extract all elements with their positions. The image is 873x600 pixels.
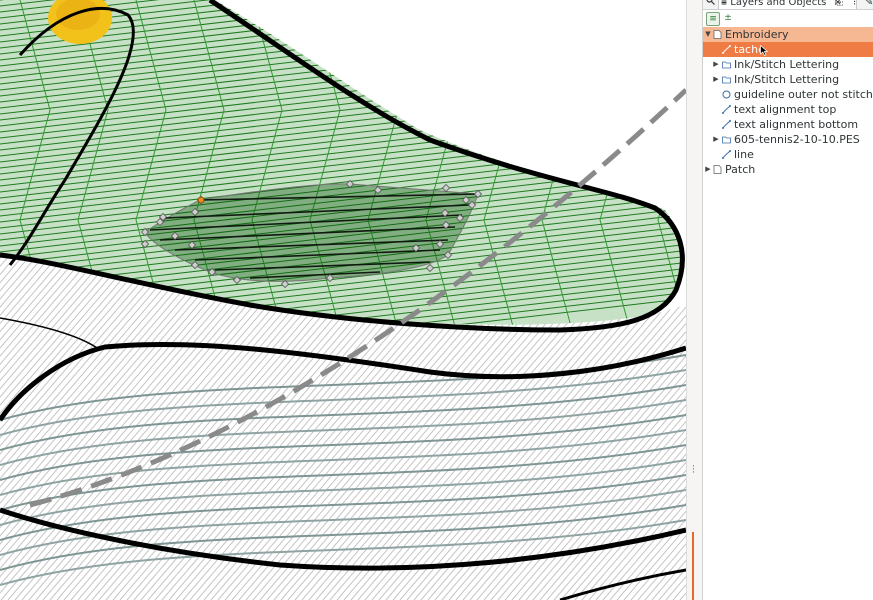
path-icon: [722, 105, 731, 114]
chevron-right-icon[interactable]: ▶: [712, 57, 720, 72]
layer-icon: [713, 165, 722, 174]
tree-row-tache[interactable]: tache: [703, 42, 873, 57]
folder-icon: [722, 76, 731, 84]
tree-row-label: 605-tennis2-10-10.PES: [734, 133, 860, 146]
layers-icon: ⩸: [721, 0, 728, 8]
canvas-vertical-scrollbar[interactable]: · · ·: [686, 0, 702, 600]
info-icon[interactable]: ⁝: [853, 0, 861, 9]
path-icon: [722, 150, 731, 159]
layers-icon[interactable]: ≡: [706, 12, 720, 26]
drawing-canvas[interactable]: [0, 0, 686, 600]
tree-row-label: Ink/Stitch Lettering: [734, 58, 840, 71]
add-sublayer-icon[interactable]: ±: [722, 12, 734, 24]
folder-icon: [722, 136, 731, 144]
tree-row-pes-group[interactable]: ▶ 605-tennis2-10-10.PES: [703, 132, 873, 147]
scroll-position-indicator: [692, 532, 694, 600]
tree-row-label: line: [734, 148, 754, 161]
dock-resize-handle[interactable]: · · ·: [692, 463, 696, 478]
path-icon: [722, 120, 731, 129]
layers-and-objects-panel: ⩸ Layers and Objects × ⎘ ⁝ ✎ ≡ ± ▼ Embro…: [702, 0, 873, 600]
tree-row-label: text alignment top: [734, 103, 837, 116]
mouse-pointer-icon: [760, 44, 769, 59]
dock-tab-bar: ⩸ Layers and Objects × ⎘ ⁝ ✎: [703, 0, 873, 10]
tree-row-embroidery[interactable]: ▼ Embroidery: [703, 27, 873, 42]
edit-icon[interactable]: ✎: [865, 0, 873, 9]
chevron-right-icon[interactable]: ▶: [704, 162, 712, 177]
tree-row-label: Ink/Stitch Lettering: [734, 73, 840, 86]
tree-row-guideline-outer[interactable]: guideline outer not stitched: [703, 87, 873, 102]
tree-row-line[interactable]: line: [703, 147, 873, 162]
tree-row-label: Patch: [725, 163, 756, 176]
chevron-down-icon[interactable]: ▼: [704, 27, 712, 42]
chevron-right-icon[interactable]: ▶: [712, 132, 720, 147]
tree-row-ink-stitch-lettering-2[interactable]: ▶ Ink/Stitch Lettering: [703, 72, 873, 87]
embroidery-artwork[interactable]: [0, 0, 686, 600]
chevron-right-icon[interactable]: ▶: [712, 72, 720, 87]
tree-row-label: guideline outer not stitched: [734, 88, 873, 101]
tree-row-text-alignment-bottom[interactable]: text alignment bottom: [703, 117, 873, 132]
tree-row-patch[interactable]: ▶ Patch: [703, 162, 873, 177]
search-icon[interactable]: [706, 0, 716, 9]
path-icon: [722, 45, 731, 54]
layer-icon: [713, 30, 722, 39]
tree-row-text-alignment-top[interactable]: text alignment top: [703, 102, 873, 117]
tree-row-label: Embroidery: [725, 28, 789, 41]
folder-icon: [722, 61, 731, 69]
tab-title: Layers and Objects: [730, 0, 827, 8]
export-icon[interactable]: ⎘: [835, 0, 845, 9]
tree-row-ink-stitch-lettering[interactable]: ▶ Ink/Stitch Lettering: [703, 57, 873, 72]
circle-icon: [722, 90, 731, 99]
tree-row-label: text alignment bottom: [734, 118, 859, 131]
